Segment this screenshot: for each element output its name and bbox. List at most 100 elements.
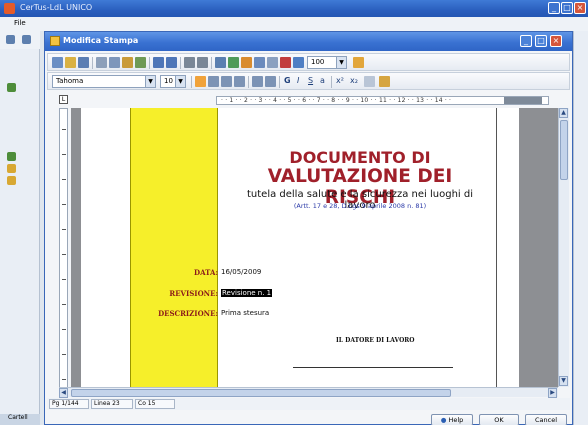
- cancel-button[interactable]: Cancel: [525, 414, 567, 425]
- scroll-up-icon[interactable]: ▲: [559, 108, 568, 118]
- left-bottom-tab[interactable]: Cartell: [0, 414, 40, 425]
- horizontal-ruler[interactable]: · · 1 · · 2 · · 3 · · 4 · · 5 · · 6 · · …: [216, 96, 549, 105]
- zoom-icon[interactable]: [293, 57, 304, 68]
- dialog-titlebar: Modifica Stampa _ □ ×: [45, 32, 572, 51]
- scroll-left-icon[interactable]: ◀: [59, 388, 68, 398]
- font-name-select[interactable]: Tahoma ▼: [52, 75, 156, 88]
- status-page: Pg 1/144: [49, 399, 89, 409]
- new-icon[interactable]: [52, 57, 63, 68]
- redo-icon[interactable]: [166, 57, 177, 68]
- chevron-down-icon[interactable]: ▼: [175, 76, 185, 87]
- bullet-list-icon[interactable]: [252, 76, 263, 87]
- chevron-down-icon[interactable]: ▼: [145, 76, 155, 87]
- field-label-revisione: REVISIONE:: [169, 289, 218, 298]
- text-color-icon[interactable]: [379, 76, 390, 87]
- bookmark-icon[interactable]: [280, 57, 291, 68]
- app-maximize-button[interactable]: □: [561, 2, 573, 14]
- align-center-icon[interactable]: [208, 76, 219, 87]
- field-value-data[interactable]: 16/05/2009: [221, 268, 261, 276]
- scroll-right-icon[interactable]: ▶: [548, 388, 557, 398]
- strikethrough-button[interactable]: a: [320, 76, 325, 85]
- underline-button[interactable]: S: [308, 76, 313, 85]
- document-title-line1: DOCUMENTO DI: [289, 148, 431, 167]
- dialog-minimize-button[interactable]: _: [520, 35, 532, 47]
- chart-icon[interactable]: [241, 57, 252, 68]
- vertical-scrollbar[interactable]: ▲ ▼: [558, 108, 569, 387]
- document-reference: (Artt. 17 e 28, D.Lgs 9 aprile 2008 n. 8…: [293, 202, 427, 210]
- toolbar-formatting: Tahoma ▼ 10 ▼ G I S a x² x₂: [47, 72, 570, 90]
- signature-line: [293, 367, 453, 368]
- field-label-data: DATA:: [194, 268, 218, 277]
- format-painter-icon[interactable]: [135, 57, 146, 68]
- font-name-value: Tahoma: [56, 77, 84, 85]
- zoom-select[interactable]: 100 ▼: [307, 56, 347, 69]
- yellow-band: [130, 108, 218, 387]
- tree-node-icon[interactable]: [7, 83, 16, 92]
- image-icon[interactable]: [228, 57, 239, 68]
- field-label-descrizione: DESCRIZIONE:: [158, 309, 218, 318]
- app-toolbar: [0, 31, 40, 49]
- toolbar-standard: 100 ▼: [47, 53, 570, 71]
- help-button[interactable]: ● Help: [431, 414, 473, 425]
- find-icon[interactable]: [184, 57, 195, 68]
- dialog-icon: [50, 36, 60, 46]
- numbered-list-icon[interactable]: [265, 76, 276, 87]
- preview-icon[interactable]: [353, 57, 364, 68]
- app-titlebar: CerTus-LdL UNICO _ □ ×: [0, 0, 588, 17]
- dialog-buttons: ● Help OK Cancel: [45, 412, 572, 425]
- folder-icon[interactable]: [7, 176, 16, 185]
- app-close-button[interactable]: ×: [574, 2, 586, 14]
- align-right-icon[interactable]: [221, 76, 232, 87]
- app-title: CerTus-LdL UNICO: [20, 3, 93, 12]
- ruler-corner[interactable]: L: [59, 95, 68, 104]
- table-icon[interactable]: [215, 57, 226, 68]
- justify-icon[interactable]: [234, 76, 245, 87]
- italic-button[interactable]: I: [297, 76, 299, 85]
- font-size-select[interactable]: 10 ▼: [160, 75, 186, 88]
- vertical-scroll-thumb[interactable]: [560, 120, 568, 180]
- modifica-stampa-dialog: Modifica Stampa _ □ × 100 ▼ Tahoma ▼ 10 …: [44, 31, 573, 425]
- status-column: Co 15: [135, 399, 175, 409]
- zoom-value: 100: [311, 58, 325, 66]
- options-icon[interactable]: [267, 57, 278, 68]
- dialog-close-button[interactable]: ×: [550, 35, 562, 47]
- field-icon[interactable]: [254, 57, 265, 68]
- toolbar-icon[interactable]: [6, 35, 15, 44]
- toolbar-icon[interactable]: [22, 35, 31, 44]
- open-icon[interactable]: [65, 57, 76, 68]
- side-panel: [0, 49, 40, 425]
- clear-format-icon[interactable]: [364, 76, 375, 87]
- field-value-descrizione[interactable]: Prima stesura: [221, 309, 269, 317]
- horizontal-scrollbar[interactable]: ◀ ▶: [59, 387, 558, 398]
- cut-icon[interactable]: [96, 57, 107, 68]
- copy-icon[interactable]: [109, 57, 120, 68]
- field-value-revisione[interactable]: Revisione n. 1: [221, 289, 273, 297]
- paste-icon[interactable]: [122, 57, 133, 68]
- dialog-title: Modifica Stampa: [63, 36, 139, 45]
- app-menubar: File: [0, 17, 588, 31]
- superscript-button[interactable]: x²: [336, 76, 344, 85]
- font-size-value: 10: [164, 77, 173, 85]
- save-icon[interactable]: [78, 57, 89, 68]
- document-area[interactable]: DOCUMENTO DI VALUTAZIONE DEI RISCHI tute…: [71, 108, 558, 387]
- subscript-button[interactable]: x₂: [350, 76, 358, 85]
- align-left-icon[interactable]: [195, 76, 206, 87]
- help-label: Help: [448, 416, 464, 424]
- replace-icon[interactable]: [197, 57, 208, 68]
- help-icon: ●: [440, 416, 447, 424]
- menu-file[interactable]: File: [14, 19, 26, 27]
- scroll-down-icon[interactable]: ▼: [559, 376, 568, 386]
- app-minimize-button[interactable]: _: [548, 2, 560, 14]
- dialog-maximize-button[interactable]: □: [535, 35, 547, 47]
- document-page[interactable]: DOCUMENTO DI VALUTAZIONE DEI RISCHI tute…: [81, 108, 519, 387]
- horizontal-scroll-thumb[interactable]: [71, 389, 451, 397]
- right-panel: [573, 31, 588, 425]
- tree-node-icon[interactable]: [7, 152, 16, 161]
- vertical-ruler[interactable]: [59, 108, 68, 388]
- undo-icon[interactable]: [153, 57, 164, 68]
- status-bar: Pg 1/144 Linea 23 Co 15: [47, 398, 570, 410]
- chevron-down-icon[interactable]: ▼: [336, 57, 346, 68]
- bold-button[interactable]: G: [284, 76, 291, 85]
- ok-button[interactable]: OK: [479, 414, 519, 425]
- folder-icon[interactable]: [7, 164, 16, 173]
